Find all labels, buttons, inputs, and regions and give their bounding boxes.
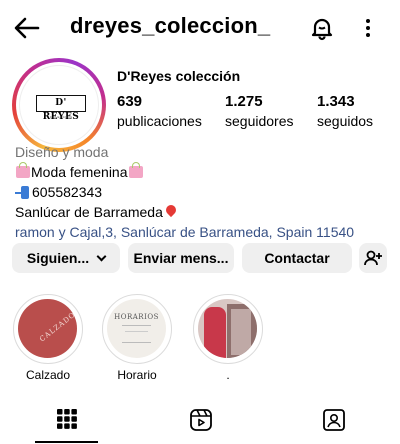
bio-location: Sanlúcar de Barrameda xyxy=(15,204,163,220)
bio: Diseño y moda Moda femenina 605582343 Sa… xyxy=(15,142,395,242)
stat-followers[interactable]: 1.275 seguidores xyxy=(225,93,294,130)
stat-value: 639 xyxy=(117,93,143,110)
highlight-cover xyxy=(198,299,257,358)
highlight-cover-text: HORARIOS xyxy=(114,313,159,321)
highlight-photo xyxy=(231,309,251,355)
highlight-label: Horario xyxy=(117,368,157,382)
highlight-horario[interactable]: HORARIOS xyxy=(102,294,172,364)
pin-icon xyxy=(166,205,176,219)
stat-label: publicaciones xyxy=(117,113,202,129)
bio-text: Moda femenina xyxy=(31,164,128,180)
highlight-cover-text: CALZADO xyxy=(38,310,77,344)
top-bar: dreyes_coleccion_ xyxy=(0,0,400,56)
active-tab-indicator xyxy=(35,441,98,443)
highlight-cover: HORARIOS xyxy=(107,299,166,358)
stat-value: 1.343 xyxy=(317,93,355,110)
grid-icon xyxy=(57,409,77,429)
decorative-lines xyxy=(125,331,148,337)
highlight-cover: CALZADO xyxy=(18,299,77,358)
tab-grid[interactable] xyxy=(0,398,133,444)
following-label: Siguien... xyxy=(26,250,90,266)
message-button[interactable]: Enviar mens... xyxy=(128,243,234,273)
phone-icon xyxy=(15,186,30,199)
tagged-icon xyxy=(323,409,345,431)
arrow-left-icon[interactable] xyxy=(12,14,42,42)
reels-icon xyxy=(190,409,212,431)
brand-logo-text: D' REYES xyxy=(36,95,86,122)
bio-category: Diseño y moda xyxy=(15,144,109,160)
following-button[interactable]: Siguien... xyxy=(12,243,120,273)
tab-tagged[interactable] xyxy=(266,398,399,444)
highlight-label: . xyxy=(226,368,230,382)
bell-icon[interactable] xyxy=(309,15,335,41)
highlight-dot[interactable] xyxy=(193,294,263,364)
contact-button[interactable]: Contactar xyxy=(242,243,352,273)
avatar[interactable]: D' REYES COLECCIÓN xyxy=(19,65,99,145)
stat-value: 1.275 xyxy=(225,93,263,110)
bio-line: 605582343 xyxy=(15,182,395,202)
stat-following[interactable]: 1.343 seguidos xyxy=(317,93,373,130)
profile-tabs xyxy=(0,398,400,444)
more-vertical-icon[interactable] xyxy=(360,15,376,41)
stat-posts[interactable]: 639 publicaciones xyxy=(117,93,202,130)
shopping-bags-icon xyxy=(128,162,143,178)
bio-line: Sanlúcar de Barrameda xyxy=(15,202,395,222)
story-ring[interactable]: D' REYES COLECCIÓN xyxy=(12,58,106,152)
bio-address-link[interactable]: ramon y Cajal,3, Sanlúcar de Barrameda, … xyxy=(15,222,395,242)
add-user-icon xyxy=(364,250,382,266)
chevron-down-icon xyxy=(96,251,107,262)
stat-label: seguidores xyxy=(225,113,294,129)
brand-logo-subtext: COLECCIÓN xyxy=(49,115,73,119)
tab-reels[interactable] xyxy=(133,398,266,444)
highlight-photo xyxy=(204,307,226,358)
shopping-bags-icon xyxy=(16,162,30,178)
add-user-button[interactable] xyxy=(359,243,387,273)
highlight-calzado[interactable]: CALZADO xyxy=(13,294,83,364)
bio-line: Moda femenina xyxy=(15,162,395,182)
profile-username: dreyes_coleccion_ xyxy=(70,13,271,38)
bio-phone[interactable]: 605582343 xyxy=(32,184,102,200)
display-name: D'Reyes colección xyxy=(117,68,241,84)
highlight-label: Calzado xyxy=(25,368,71,382)
stat-label: seguidos xyxy=(317,113,374,129)
